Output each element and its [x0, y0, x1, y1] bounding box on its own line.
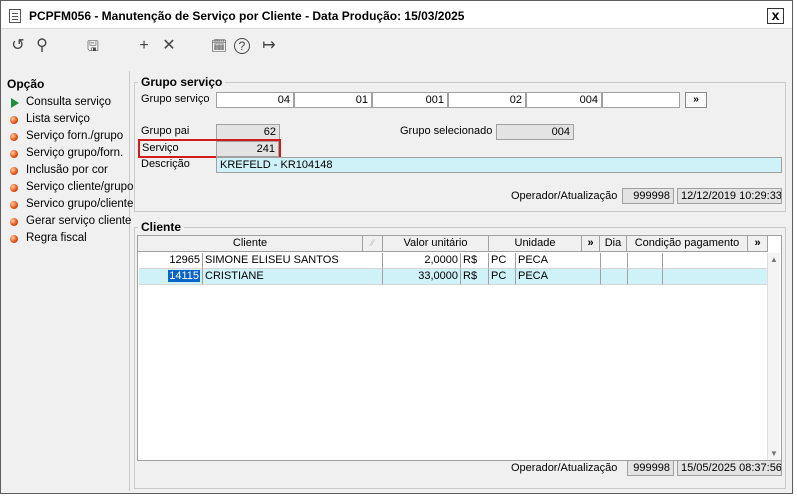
operador-field: 999998 [622, 188, 674, 204]
cell-un[interactable]: PC [489, 269, 516, 285]
cliente-grid[interactable]: Cliente ⁄⁄ Valor unitário Unidade » Dia … [137, 235, 782, 461]
col-header-dia[interactable]: Dia [600, 236, 627, 252]
cell-cond-desc[interactable] [663, 253, 768, 269]
bullet-icon [10, 184, 18, 192]
cliente-operador-field: 999998 [627, 460, 674, 476]
grupo-selecionado-label: Grupo selecionado [400, 125, 493, 137]
cell-name[interactable]: SIMONE ELISEU SANTOS [203, 253, 383, 269]
cell-dia[interactable] [601, 269, 628, 285]
table-row-selected[interactable]: 14115 CRISTIANE 33,0000 R$ PC PECA [139, 269, 768, 285]
save-icon[interactable]: 🖫 [83, 36, 103, 56]
table-row[interactable]: 12965 SIMONE ELISEU SANTOS 2,0000 R$ PC … [139, 253, 768, 269]
window-title: PCPFM056 - Manutenção de Serviço por Cli… [29, 9, 465, 23]
cell-moeda[interactable]: R$ [461, 253, 489, 269]
cell-dia[interactable] [601, 253, 628, 269]
bullet-icon [10, 235, 18, 243]
cliente-legend: Cliente [138, 220, 185, 234]
grupo-code-field-6[interactable] [602, 92, 680, 108]
sidebar-item-label: Inclusão por cor [26, 164, 108, 176]
operador-label: Operador/Atualização [511, 190, 618, 202]
grupo-code-field-1[interactable]: 04 [216, 92, 294, 108]
cliente-atualizacao-field: 15/05/2025 08:37:56 [677, 460, 782, 476]
toolbar: ↺ ⚲ 🖫 + ✕ 🗓 ? ↦ [1, 30, 792, 64]
sidebar-item-label: Gerar serviço cliente [26, 215, 132, 227]
bullet-icon [10, 133, 18, 141]
add-icon[interactable]: + [134, 36, 154, 56]
cliente-operador-label: Operador/Atualização [511, 462, 618, 474]
grupo-code-field-4[interactable]: 02 [448, 92, 526, 108]
calendar-icon[interactable]: 🗓 [209, 36, 229, 56]
vertical-scrollbar[interactable]: ▲ ▼ [767, 253, 780, 460]
cell-moeda[interactable]: R$ [461, 269, 489, 285]
sidebar-item-label: Consulta serviço [26, 96, 112, 108]
sidebar-item-label: Serviço forn./grupo [26, 130, 124, 142]
unidade-more-button[interactable]: » [582, 236, 600, 252]
servico-label: Serviço [142, 142, 179, 154]
grupo-servico-label: Grupo serviço [141, 93, 210, 105]
condicao-more-button[interactable]: » [748, 236, 768, 252]
grupo-pai-field: 62 [216, 124, 280, 140]
sidebar-item-label: Lista serviço [26, 113, 90, 125]
app-icon [9, 9, 21, 23]
grupo-code-field-2[interactable]: 01 [294, 92, 372, 108]
cell-code-selected[interactable]: 14115 [168, 270, 200, 282]
sidebar-title: Opção [7, 77, 45, 91]
cell-un-desc[interactable]: PECA [516, 253, 601, 269]
delete-icon[interactable]: ✕ [159, 36, 179, 56]
help-icon[interactable]: ? [234, 38, 250, 54]
cell-cond-code[interactable] [628, 253, 663, 269]
options-sidebar: Opção Consulta serviço Lista serviço Ser… [4, 71, 134, 491]
col-header-cliente[interactable]: Cliente [138, 236, 363, 252]
bullet-icon [10, 116, 18, 124]
title-bar: PCPFM056 - Manutenção de Serviço por Cli… [1, 1, 792, 29]
grupo-selecionado-field: 004 [496, 124, 574, 140]
grupo-code-field-3[interactable]: 001 [372, 92, 448, 108]
cell-un-desc[interactable]: PECA [516, 269, 601, 285]
bullet-icon [10, 218, 18, 226]
sidebar-item-label: Servico grupo/cliente [26, 198, 134, 210]
cell-valor[interactable]: 2,0000 [383, 253, 461, 269]
col-header-unidade[interactable]: Unidade [489, 236, 582, 252]
sidebar-item-label: Serviço grupo/forn. [26, 147, 124, 159]
sidebar-item-label: Serviço cliente/grupo [26, 181, 134, 193]
grupo-code-field-5[interactable]: 004 [526, 92, 602, 108]
exit-icon[interactable]: ↦ [259, 36, 279, 56]
sort-icon[interactable]: ⁄⁄ [363, 236, 383, 252]
play-arrow-icon [11, 98, 19, 108]
descricao-label: Descrição [141, 158, 190, 170]
cell-name[interactable]: CRISTIANE [203, 269, 383, 285]
search-icon[interactable]: ⚲ [32, 36, 52, 56]
descricao-field[interactable]: KREFELD - KR104148 [216, 157, 782, 173]
col-header-condicao[interactable]: Condição pagamento [627, 236, 748, 252]
cell-valor[interactable]: 33,0000 [383, 269, 461, 285]
servico-field[interactable]: 241 [216, 141, 279, 157]
main-window: PCPFM056 - Manutenção de Serviço por Cli… [0, 0, 793, 494]
sidebar-item-label: Regra fiscal [26, 232, 87, 244]
bullet-icon [10, 201, 18, 209]
scroll-down-icon[interactable]: ▼ [770, 449, 778, 458]
undo-icon[interactable]: ↺ [8, 36, 28, 56]
bullet-icon [10, 150, 18, 158]
grupo-servico-legend: Grupo serviço [138, 75, 226, 89]
grupo-pai-label: Grupo pai [141, 125, 190, 137]
cell-code[interactable]: 12965 [139, 253, 203, 269]
col-header-valor[interactable]: Valor unitário [383, 236, 489, 252]
scroll-up-icon[interactable]: ▲ [770, 255, 778, 264]
grupo-more-button[interactable]: » [685, 92, 707, 108]
close-button[interactable]: x [767, 8, 784, 24]
bullet-icon [10, 167, 18, 175]
atualizacao-field: 12/12/2019 10:29:33 [677, 188, 782, 204]
cell-code[interactable]: 14115 [139, 269, 203, 285]
cell-cond-desc[interactable] [663, 269, 768, 285]
cell-un[interactable]: PC [489, 253, 516, 269]
cell-cond-code[interactable] [628, 269, 663, 285]
